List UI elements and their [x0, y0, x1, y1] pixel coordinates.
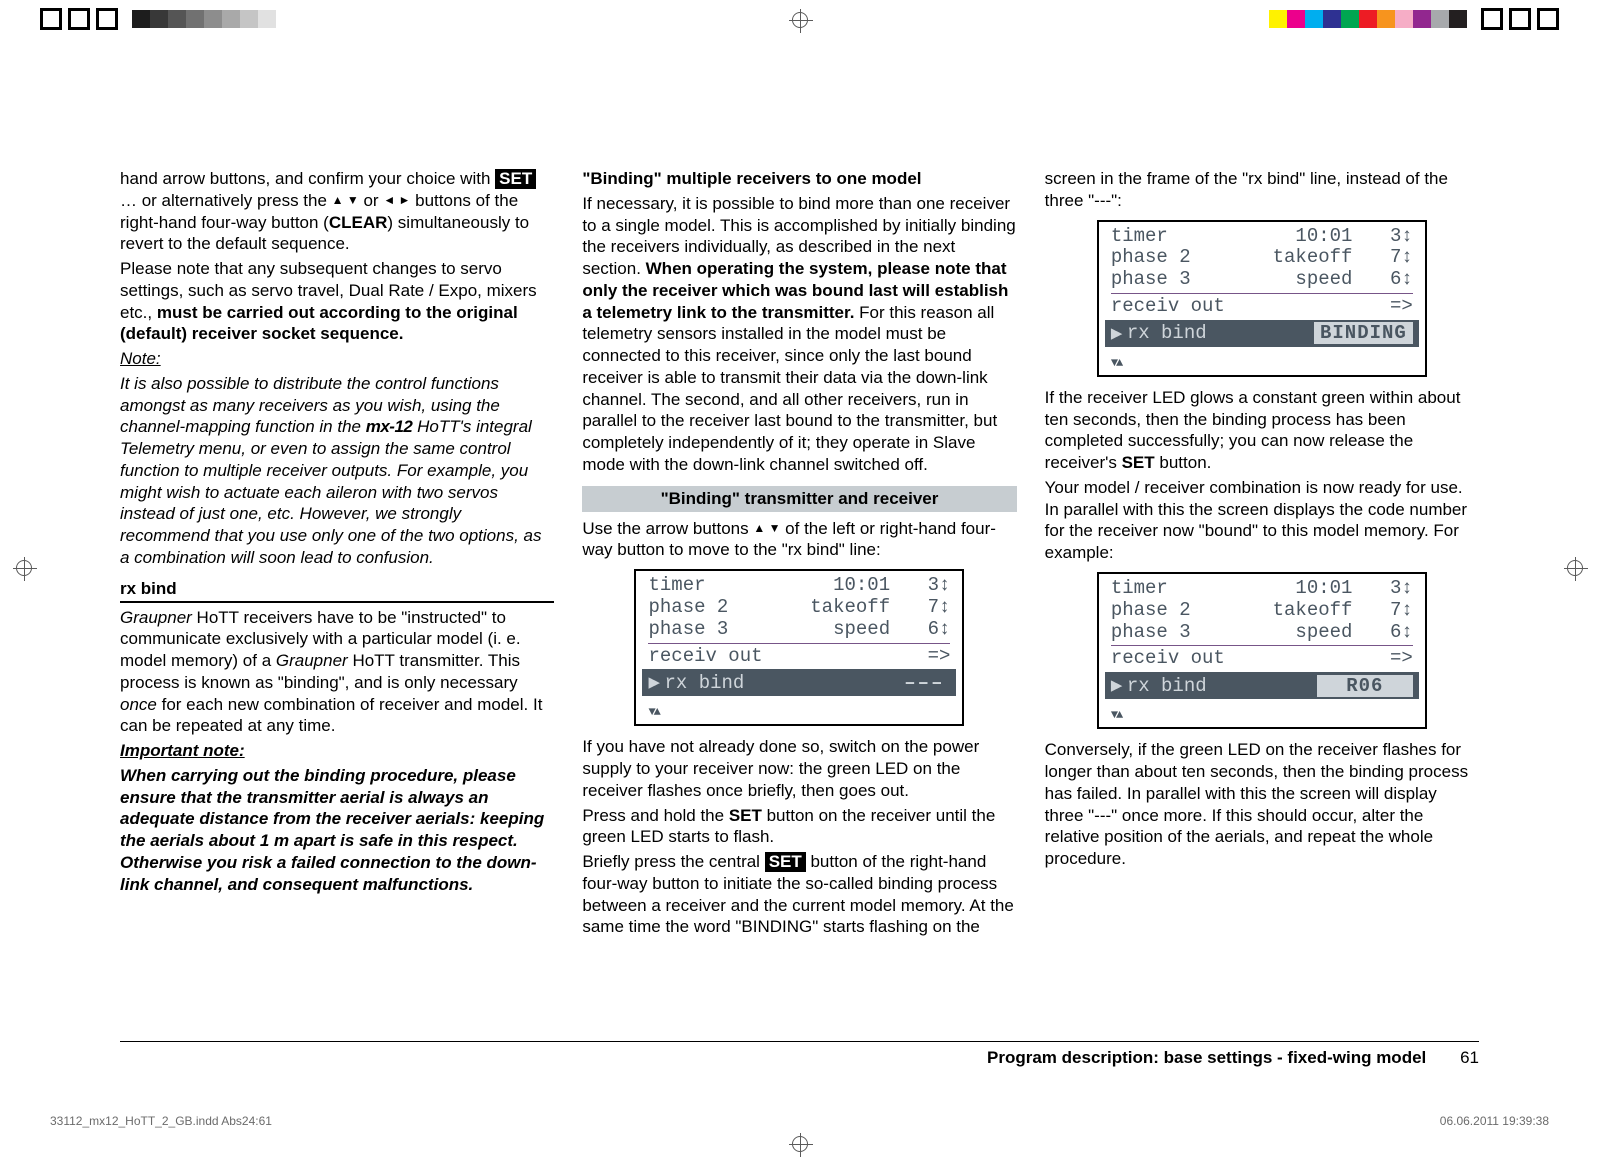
lcd-selected-row: ▶ rx bind –––	[642, 669, 956, 696]
lcd-row: phase 3speed6↕	[636, 619, 962, 641]
section-rx-bind: rx bind	[120, 579, 554, 603]
column-2: "Binding" multiple receivers to one mode…	[582, 168, 1016, 941]
lcd-footer-arrows: ▼▲	[1099, 703, 1425, 727]
para: Please note that any subsequent changes …	[120, 258, 554, 345]
lcd-row: phase 2takeoff7↕	[1099, 247, 1425, 269]
lcd-selected-row: ▶ rx bind BINDING	[1105, 320, 1419, 347]
lcd-row: receiv out=>	[1099, 296, 1425, 318]
lcd-row: receiv out=>	[1099, 648, 1425, 670]
para: screen in the frame of the "rx bind" lin…	[1045, 168, 1479, 212]
registration-target-top	[792, 12, 808, 28]
registration-target-right	[1567, 560, 1583, 576]
column-3: screen in the frame of the "rx bind" lin…	[1045, 168, 1479, 941]
lcd-rows: timer10:013↕phase 2takeoff7↕phase 3speed…	[1099, 226, 1425, 318]
page-footer: Program description: base settings - fix…	[120, 1041, 1479, 1068]
lcd-status-badge: R06	[1317, 675, 1413, 697]
imprint-line: 33112_mx12_HoTT_2_GB.indd Abs24:61 06.06…	[50, 1114, 1549, 1128]
lcd-screen-dash: timer10:013↕phase 2takeoff7↕phase 3speed…	[634, 569, 964, 726]
lcd-row: timer10:013↕	[1099, 226, 1425, 248]
imprint-file: 33112_mx12_HoTT_2_GB.indd Abs24:61	[50, 1114, 272, 1128]
para: Your model / receiver combination is now…	[1045, 477, 1479, 564]
subheading: "Binding" multiple receivers to one mode…	[582, 168, 1016, 190]
column-1: hand arrow buttons, and confirm your cho…	[120, 168, 554, 941]
lcd-footer-arrows: ▼▲	[636, 700, 962, 724]
para: Conversely, if the green LED on the rece…	[1045, 739, 1479, 870]
lcd-row: phase 2takeoff7↕	[636, 597, 962, 619]
important-heading: Important note:	[120, 740, 554, 762]
lcd-row: phase 3speed6↕	[1099, 269, 1425, 291]
lcd-status-badge: –––	[854, 672, 950, 694]
print-registration-marks	[0, 8, 1599, 32]
page-number: 61	[1445, 1048, 1479, 1068]
para: If the receiver LED glows a constant gre…	[1045, 387, 1479, 474]
note-body: It is also possible to distribute the co…	[120, 373, 554, 569]
para: Briefly press the central SET button of …	[582, 851, 1016, 938]
important-body: When carrying out the binding procedure,…	[120, 765, 554, 896]
gray-heading-bar: "Binding" transmitter and receiver	[582, 486, 1016, 512]
para: Graupner HoTT receivers have to be "inst…	[120, 607, 554, 738]
registration-target-bottom	[792, 1136, 808, 1152]
crop-marks-right	[1481, 8, 1559, 30]
lcd-screen-binding: timer10:013↕phase 2takeoff7↕phase 3speed…	[1097, 220, 1427, 377]
lcd-footer-arrows: ▼▲	[1099, 351, 1425, 375]
para: If you have not already done so, switch …	[582, 736, 1016, 801]
lcd-row: timer10:013↕	[636, 575, 962, 597]
lcd-status-badge: BINDING	[1314, 322, 1413, 344]
para: Press and hold the SET button on the rec…	[582, 805, 1016, 849]
footer-title: Program description: base settings - fix…	[987, 1048, 1426, 1067]
set-badge: SET	[765, 852, 806, 872]
grayscale-swatches	[132, 10, 294, 28]
set-badge: SET	[495, 169, 536, 189]
color-swatches	[1251, 10, 1467, 28]
lcd-row: receiv out=>	[636, 646, 962, 668]
page-content: hand arrow buttons, and confirm your cho…	[120, 168, 1479, 1068]
lcd-rows: timer10:013↕phase 2takeoff7↕phase 3speed…	[1099, 578, 1425, 670]
lcd-row: phase 3speed6↕	[1099, 622, 1425, 644]
imprint-timestamp: 06.06.2011 19:39:38	[1440, 1114, 1549, 1128]
registration-target-left	[16, 560, 32, 576]
crop-marks-left	[40, 8, 118, 30]
lcd-row: phase 2takeoff7↕	[1099, 600, 1425, 622]
para: If necessary, it is possible to bind mor…	[582, 193, 1016, 476]
lcd-selected-row: ▶ rx bind R06	[1105, 672, 1419, 699]
lcd-row: timer10:013↕	[1099, 578, 1425, 600]
para: hand arrow buttons, and confirm your cho…	[120, 168, 554, 255]
lcd-rows: timer10:013↕phase 2takeoff7↕phase 3speed…	[636, 575, 962, 667]
lcd-screen-r06: timer10:013↕phase 2takeoff7↕phase 3speed…	[1097, 572, 1427, 729]
note-heading: Note:	[120, 348, 554, 370]
para: Use the arrow buttons ▲ ▼ of the left or…	[582, 518, 1016, 562]
